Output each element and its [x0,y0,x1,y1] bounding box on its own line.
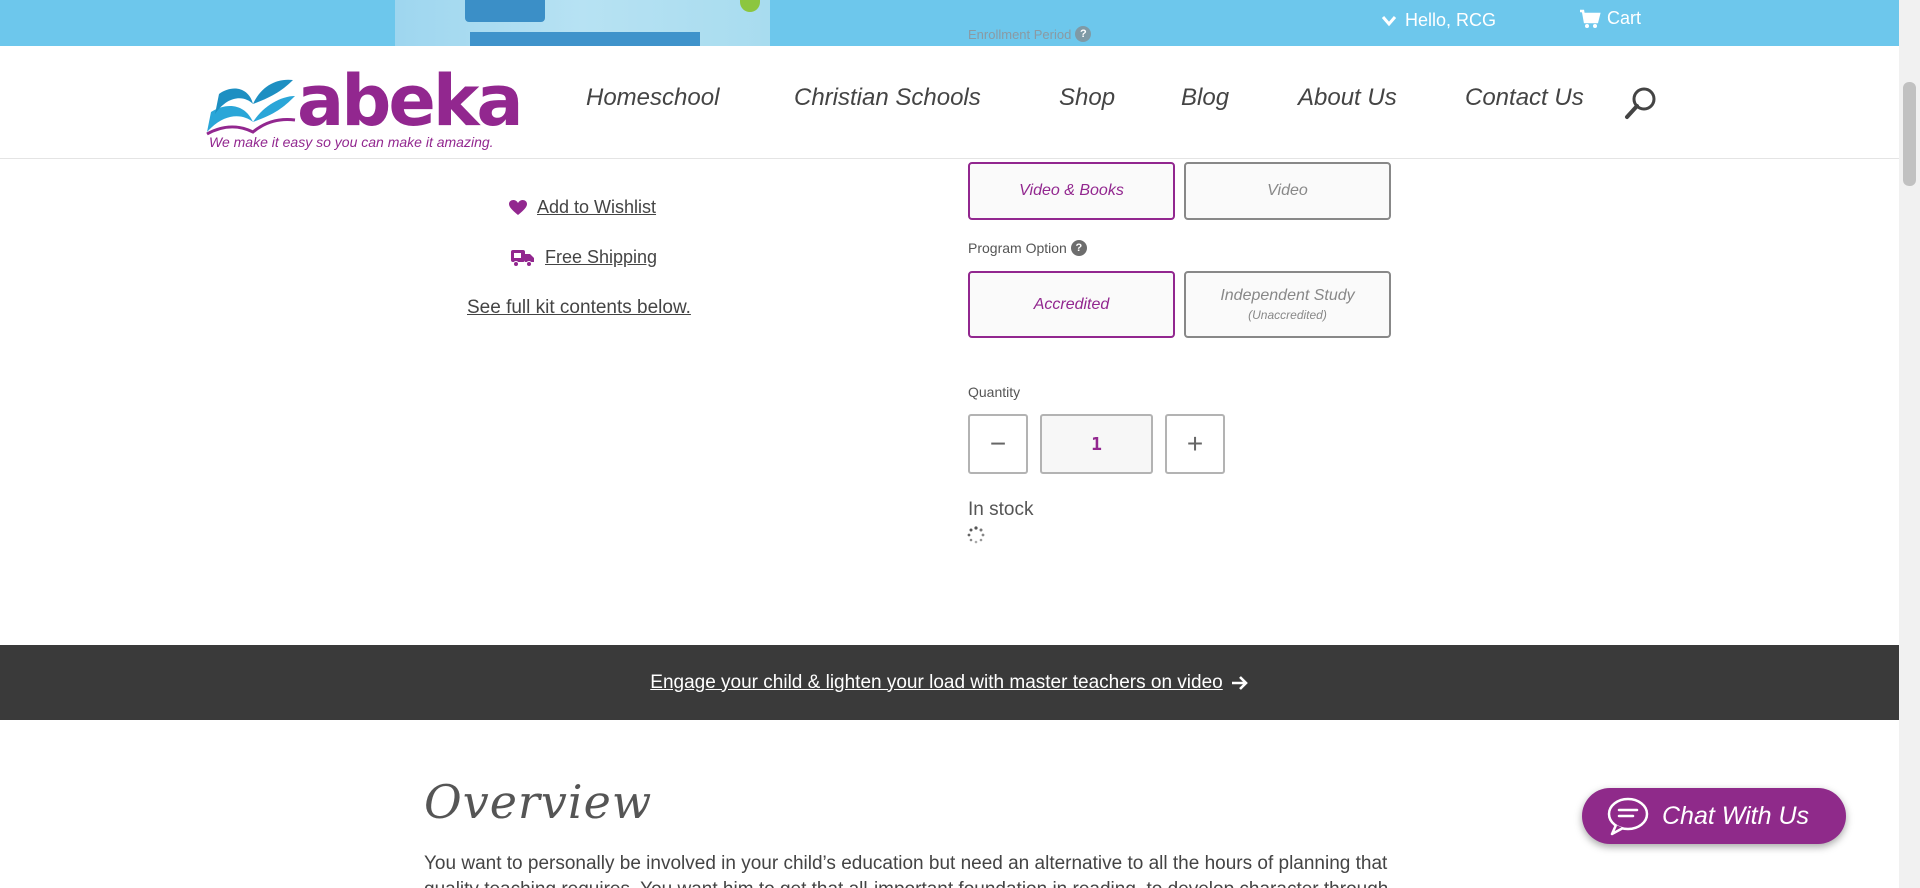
stock-status: In stock [968,499,1034,520]
cart-label: Cart [1607,8,1642,28]
open-book-icon [206,79,296,136]
nav-shop[interactable]: Shop [1059,84,1115,112]
help-icon[interactable]: ? [1070,240,1087,256]
shipping-label: Free Shipping [545,247,658,267]
quantity-increment-button[interactable]: + [1165,414,1225,474]
quantity-label: Quantity [968,384,1021,400]
nav-blog[interactable]: Blog [1181,84,1229,112]
quantity-input[interactable]: 1 [1040,414,1153,474]
wishlist-label: Add to Wishlist [537,197,657,217]
cart-link[interactable]: Cart [1579,8,1641,29]
logo-wordmark: abeka [297,60,524,142]
nav-about-us[interactable]: About Us [1298,84,1397,112]
top-utility-bar: Enrollment Period ? Hello, RCG Cart [0,0,1899,46]
kit-contents-link[interactable]: See full kit contents below. [467,297,691,319]
cart-icon [1580,9,1601,28]
option-video-books[interactable]: Video & Books [968,162,1175,220]
help-icon[interactable]: ? [1075,26,1092,42]
chat-with-us-button[interactable]: Chat With Us [1582,788,1846,844]
add-to-wishlist-link[interactable]: Add to Wishlist [509,197,656,218]
spinner-icon [967,526,985,544]
page-scrollbar[interactable] [1899,0,1920,888]
logo-tagline: We make it easy so you can make it amazi… [209,134,494,150]
product-image-strip [395,0,770,46]
promo-link[interactable]: Engage your child & lighten your load wi… [650,672,1248,694]
nav-contact-us[interactable]: Contact Us [1465,84,1584,112]
logo-registered-mark: ® [510,113,519,125]
account-greeting: Hello, RCG [1405,10,1497,30]
nav-christian-schools[interactable]: Christian Schools [794,84,981,112]
overview-heading: Overview [424,775,653,829]
abeka-logo[interactable]: abeka ® We make it easy so you can make … [205,60,535,156]
promo-banner: Engage your child & lighten your load wi… [0,645,1899,720]
quantity-decrement-button[interactable]: − [968,414,1028,474]
chat-bubble-icon [1607,797,1649,836]
site-header: abeka ® We make it easy so you can make … [0,46,1899,159]
nav-homeschool[interactable]: Homeschool [586,84,719,112]
option-sub-label: (Unaccredited) [1248,308,1327,322]
program-option-label: Program Option ? [968,240,1087,256]
truck-icon [511,249,534,267]
promo-text: Engage your child & lighten your load wi… [650,671,1223,693]
chat-label: Chat With Us [1662,801,1810,830]
overview-text: You want to personally be involved in yo… [424,853,1388,888]
enrollment-period-label: Enrollment Period ? [968,26,1092,42]
arrow-right-icon [1231,675,1248,690]
option-independent-study[interactable]: Independent Study (Unaccredited) [1184,271,1391,338]
scrollbar-thumb[interactable] [1903,82,1916,186]
heart-icon [509,199,527,215]
option-accredited[interactable]: Accredited [968,271,1175,338]
plus-icon: + [1186,428,1204,459]
chevron-down-icon [1381,15,1397,26]
minus-icon: − [989,428,1007,459]
free-shipping-link[interactable]: Free Shipping [511,247,657,268]
search-icon[interactable] [1624,86,1658,120]
account-menu[interactable]: Hello, RCG [1381,10,1496,31]
option-video[interactable]: Video [1184,162,1391,220]
